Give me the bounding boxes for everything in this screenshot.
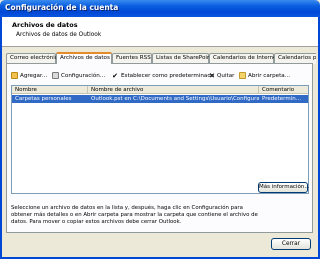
window-title: Configuración de la cuenta: [5, 3, 119, 12]
row-filename: Outlook.pst en C:\Documents and Settings…: [91, 96, 259, 102]
close-button[interactable]: Cerrar: [271, 238, 311, 250]
set-default-button[interactable]: ✔ Establecer como predeterminado: [111, 70, 214, 81]
list-header: Nombre Nombre de archivo Comentario: [12, 86, 308, 94]
open-folder-label: Abrir carpeta...: [248, 72, 291, 79]
remove-button[interactable]: ✕ Quitar: [209, 70, 234, 81]
set-default-label: Establecer como predeterminado: [121, 72, 215, 79]
add-icon: [11, 72, 18, 79]
settings-label: Configuración...: [61, 72, 106, 79]
checkmark-icon: ✔: [112, 71, 118, 80]
header-subtitle: Archivos de datos de Outlook: [16, 32, 102, 38]
more-info-button[interactable]: Más información...: [258, 182, 310, 193]
remove-label: Quitar: [217, 72, 235, 79]
tab-panel: Agregar... Configuración... ✔ Establecer…: [6, 63, 313, 233]
tab-data-files[interactable]: Archivos de datos: [56, 52, 112, 64]
description-text: Seleccione un archivo de datos en la lis…: [11, 205, 258, 225]
row-comment: Predetermin...: [262, 96, 301, 102]
row-name: Carpetas personales: [15, 96, 72, 102]
data-files-list[interactable]: Nombre Nombre de archivo Comentario Carp…: [11, 85, 309, 194]
remove-icon: ✕: [209, 71, 215, 80]
add-button[interactable]: Agregar...: [11, 70, 47, 81]
column-header-filename[interactable]: Nombre de archivo: [88, 86, 259, 94]
column-header-name[interactable]: Nombre: [12, 86, 88, 94]
title-bar[interactable]: Configuración de la cuenta: [0, 0, 320, 17]
open-folder-button[interactable]: Abrir carpeta...: [239, 70, 290, 81]
header-title: Archivos de datos: [12, 21, 78, 29]
list-item[interactable]: Carpetas personales Outlook.pst en C:\Do…: [12, 95, 308, 103]
column-header-comment[interactable]: Comentario: [259, 86, 308, 94]
settings-icon: [52, 72, 59, 79]
settings-button[interactable]: Configuración...: [52, 70, 105, 81]
folder-icon: [239, 72, 246, 79]
dialog-header: Archivos de datos Archivos de datos de O…: [2, 17, 318, 47]
add-label: Agregar...: [20, 72, 48, 79]
